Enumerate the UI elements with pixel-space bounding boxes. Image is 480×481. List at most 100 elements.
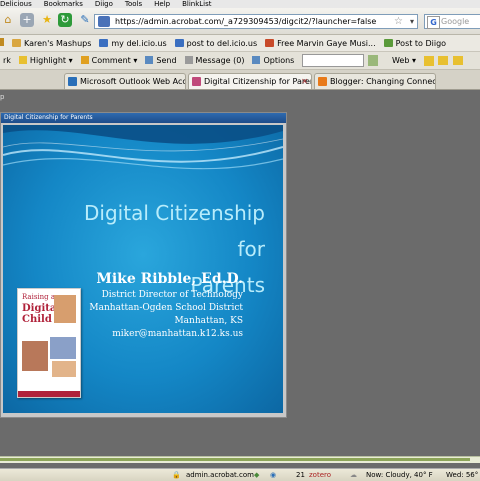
tab-bar: Microsoft Outlook Web Access Digital Cit… xyxy=(0,70,480,90)
empty-content-area xyxy=(287,104,480,456)
weather-icon: ☁ xyxy=(350,471,357,479)
bookmark-label: my del.icio.us xyxy=(111,39,167,48)
slide-heading-line1: Digital Citizenship for xyxy=(84,201,265,261)
url-dropdown-icon[interactable]: ▾ xyxy=(410,15,414,28)
options-dropdown[interactable] xyxy=(301,54,364,67)
tab-label: Microsoft Outlook Web Access xyxy=(80,77,186,86)
presenter-info: Mike Ribble, Ed.D. District Director of … xyxy=(85,269,243,341)
comment-button[interactable]: Comment ▾ xyxy=(80,52,137,69)
addon-icon[interactable]: ◆ xyxy=(254,469,259,481)
lock-icon: 🔒 xyxy=(172,471,181,479)
toolbar-item[interactable]: rk xyxy=(3,52,11,69)
presenter-email: miker@manhattan.k12.ks.us xyxy=(112,329,243,339)
tab-blogger[interactable]: Blogger: Changing Connections - ... xyxy=(314,73,436,89)
close-tab-icon[interactable]: ✕ xyxy=(301,74,308,89)
highlight-icon xyxy=(18,56,27,64)
search-input[interactable]: G Google xyxy=(424,14,480,29)
highlight-button[interactable]: Highlight ▾ xyxy=(18,52,73,69)
diigo-toolbar: rk Highlight ▾ Comment ▾ Send Message (0) Opt… xyxy=(0,52,480,70)
comment-icon xyxy=(80,56,89,64)
bookmark-item[interactable]: Karen's Mashups xyxy=(12,35,92,51)
bookmark-icon xyxy=(383,39,393,47)
dropdown-arrow-icon[interactable]: ▾ xyxy=(66,56,73,65)
menu-item[interactable]: BlinkList xyxy=(182,0,211,8)
status-host: admin.acrobat.com xyxy=(186,471,254,479)
diigo-icon[interactable]: ✎ xyxy=(78,13,92,27)
folder-icon[interactable] xyxy=(438,56,449,65)
web-label: Web xyxy=(391,56,410,65)
highlighter-icon[interactable] xyxy=(423,55,434,66)
address-bar[interactable]: https://admin.acrobat.com/_a729309453/di… xyxy=(94,14,418,29)
message-icon xyxy=(184,56,193,64)
home-icon[interactable]: ⌂ xyxy=(1,13,15,27)
scrollbar-thumb[interactable] xyxy=(0,458,470,461)
bookmark-item[interactable]: post to del.icio.us xyxy=(174,35,258,51)
toolbar-label: rk xyxy=(3,56,11,65)
tab-outlook[interactable]: Microsoft Outlook Web Access xyxy=(64,73,186,89)
bookmarks-toolbar: Karen's Mashups my del.icio.us post to del… xyxy=(0,35,480,52)
menu-item[interactable]: Diigo xyxy=(95,0,113,8)
options-button[interactable]: Options xyxy=(252,52,295,69)
addon-icon-2[interactable]: ◉ xyxy=(270,469,276,481)
toolbar-label: Comment xyxy=(91,56,131,65)
bookmark-icon xyxy=(99,39,109,47)
refresh-icon[interactable]: ↻ xyxy=(58,13,72,27)
menu-item[interactable]: Delicious xyxy=(0,0,32,8)
book-photo xyxy=(52,361,76,377)
book-photo xyxy=(50,337,76,359)
toolbar-label: Message (0) xyxy=(195,56,245,65)
presentation-window-title: Digital Citizenship for Parents xyxy=(1,113,286,123)
presentation-window: Digital Citizenship for Parents Digital … xyxy=(0,112,287,418)
tab-digital-citizenship[interactable]: Digital Citizenship for Parents ✕ xyxy=(188,73,312,89)
presentation-slide: Digital Citizenship for Parents Mike Rib… xyxy=(3,125,283,413)
star-bookmark-icon[interactable]: ★ xyxy=(40,13,54,27)
send-icon xyxy=(145,56,154,64)
add-icon[interactable]: + xyxy=(20,13,34,27)
content-top-strip: p xyxy=(0,90,480,104)
menu-item[interactable]: Help xyxy=(154,0,170,8)
book-stripe xyxy=(18,391,80,397)
book-photo xyxy=(22,341,48,371)
send-button[interactable]: Send xyxy=(145,52,177,69)
bookmark-label: Free Marvin Gaye Musi... xyxy=(277,39,376,48)
bookmark-label: post to del.icio.us xyxy=(186,39,258,48)
book-title-small: Raising a xyxy=(22,293,56,301)
horizontal-scrollbar[interactable] xyxy=(0,456,480,463)
zotero-button[interactable]: zotero xyxy=(309,469,331,481)
blogger-favicon-icon xyxy=(318,77,327,86)
message-button[interactable]: Message (0) xyxy=(184,52,245,69)
bookmark-item[interactable]: Free Marvin Gaye Musi... xyxy=(265,35,376,51)
presenter-name: Mike Ribble, Ed.D. xyxy=(96,271,243,287)
menu-item[interactable]: Bookmarks xyxy=(44,0,83,8)
presenter-district: Manhattan-Ogden School District xyxy=(89,303,243,313)
dropdown-arrow-icon[interactable]: ▾ xyxy=(131,56,137,65)
menu-item[interactable]: Tools xyxy=(125,0,142,8)
web-search-button[interactable]: Web ▾ xyxy=(391,52,416,69)
options-icon xyxy=(252,56,261,64)
folder-icon-2[interactable] xyxy=(452,56,463,65)
presenter-title: District Director of Technology xyxy=(101,290,243,300)
bookmark-icon xyxy=(174,39,184,47)
book-cover-image: Raising a Digital Child xyxy=(17,288,81,398)
navigation-toolbar: ⌂ + ★ ↻ ✎ https://admin.acrobat.com/_a72… xyxy=(0,8,480,35)
bookmark-icon xyxy=(12,39,21,47)
toolbar-label: Options xyxy=(263,56,295,65)
bookmark-item[interactable]: Post to Diigo xyxy=(383,35,446,51)
toolbar-label: Highlight xyxy=(29,56,67,65)
acrobat-favicon-icon xyxy=(192,77,201,86)
bookmark-folder-icon[interactable] xyxy=(0,38,4,46)
status-count: 21 xyxy=(296,471,305,479)
dropdown-arrow-icon[interactable] xyxy=(368,55,379,66)
menu-bar: Delicious Bookmarks Diigo Tools Help BlinkLis… xyxy=(0,0,480,8)
presenter-location: Manhattan, KS xyxy=(174,316,243,326)
bookmark-label: Karen's Mashups xyxy=(24,39,92,48)
weather-forecast: Wed: 56° xyxy=(446,471,479,479)
toolbar-label: Send xyxy=(156,56,177,65)
tab-label: Blogger: Changing Connections - ... xyxy=(330,77,435,86)
bookmark-icon xyxy=(265,39,275,47)
strip-label: p xyxy=(0,93,5,101)
google-icon: G xyxy=(427,16,440,29)
weather-now: Now: Cloudy, 40° F xyxy=(366,471,433,479)
bookmark-star-icon[interactable]: ☆ xyxy=(394,15,403,28)
bookmark-item[interactable]: my del.icio.us xyxy=(99,35,167,51)
